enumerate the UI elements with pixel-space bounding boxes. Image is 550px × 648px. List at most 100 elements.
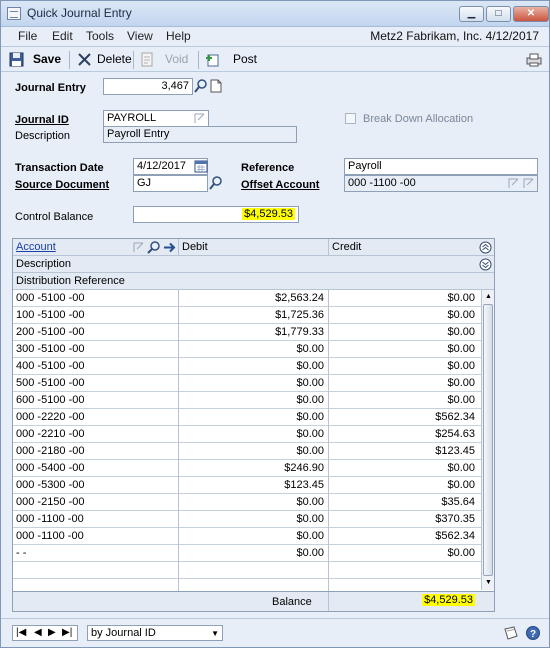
expand-up-icon[interactable] (479, 241, 492, 254)
credit-cell[interactable]: $254.63 (329, 426, 478, 442)
source-document-label[interactable]: Source Document (15, 179, 109, 191)
account-cell[interactable]: 300 -5100 -00 (16, 341, 85, 357)
previous-record-icon[interactable]: ◀ (34, 627, 42, 638)
debit-cell[interactable]: $0.00 (179, 426, 327, 442)
table-row[interactable]: 000 -5400 -00 $246.90 $0.00 (13, 460, 481, 477)
menu-edit[interactable]: Edit (52, 29, 73, 43)
account-cell[interactable]: 000 -5400 -00 (16, 460, 85, 476)
debit-cell[interactable]: $1,725.36 (179, 307, 327, 323)
last-record-icon[interactable]: ▶| (62, 627, 72, 638)
lookup-icon[interactable] (194, 79, 208, 93)
credit-cell[interactable]: $562.34 (329, 528, 478, 544)
account-cell[interactable]: 600 -5100 -00 (16, 392, 85, 408)
credit-cell[interactable]: $0.00 (329, 460, 478, 476)
debit-cell[interactable] (179, 562, 327, 578)
table-row[interactable]: 100 -5100 -00 $1,725.36 $0.00 (13, 307, 481, 324)
debit-cell[interactable]: $123.45 (179, 477, 327, 493)
debit-cell[interactable]: $246.90 (179, 460, 327, 476)
credit-cell[interactable]: $0.00 (329, 477, 478, 493)
account-cell[interactable]: 000 -2150 -00 (16, 494, 85, 510)
credit-cell[interactable]: $0.00 (329, 341, 478, 357)
account-cell[interactable]: 000 -2210 -00 (16, 426, 85, 442)
new-document-icon[interactable] (209, 79, 223, 93)
scroll-up-icon[interactable]: ▲ (485, 293, 492, 300)
expansion-icon[interactable] (132, 241, 146, 254)
credit-cell[interactable] (329, 562, 478, 578)
debit-cell[interactable]: $0.00 (179, 341, 327, 357)
account-cell[interactable]: 000 -1100 -00 (16, 528, 84, 544)
credit-cell[interactable]: $0.00 (329, 358, 478, 374)
lookup-icon[interactable] (209, 176, 223, 190)
menu-tools[interactable]: Tools (86, 29, 114, 43)
account-cell[interactable]: 100 -5100 -00 (16, 307, 85, 323)
scroll-down-icon[interactable]: ▼ (485, 579, 492, 586)
table-row[interactable]: 500 -5100 -00 $0.00 $0.00 (13, 375, 481, 392)
lookup-icon[interactable] (147, 241, 161, 254)
expansion-icon[interactable] (522, 176, 536, 190)
credit-cell[interactable]: $35.64 (329, 494, 478, 510)
calendar-icon[interactable] (194, 159, 208, 173)
debit-cell[interactable]: $0.00 (179, 358, 327, 374)
table-row[interactable]: 600 -5100 -00 $0.00 $0.00 (13, 392, 481, 409)
table-row[interactable]: 300 -5100 -00 $0.00 $0.00 (13, 341, 481, 358)
debit-cell[interactable]: $0.00 (179, 511, 327, 527)
credit-cell[interactable]: $562.34 (329, 409, 478, 425)
table-row[interactable]: 000 -2210 -00 $0.00 $254.63 (13, 426, 481, 443)
next-record-icon[interactable]: ▶ (48, 627, 56, 638)
table-row[interactable] (13, 562, 481, 579)
reference-field[interactable]: Payroll (344, 158, 538, 175)
account-column-header[interactable]: Account (13, 239, 59, 256)
menu-file[interactable]: File (18, 29, 37, 43)
table-row[interactable]: 000 -2150 -00 $0.00 $35.64 (13, 494, 481, 511)
table-row[interactable]: 000 -5100 -00 $2,563.24 $0.00 (13, 290, 481, 307)
account-cell[interactable]: 400 -5100 -00 (16, 358, 85, 374)
table-row[interactable]: 000 -1100 -00 $0.00 $562.34 (13, 528, 481, 545)
account-cell[interactable]: 000 -1100 -00 (16, 511, 84, 527)
close-button[interactable]: ✕ (513, 6, 549, 22)
menu-view[interactable]: View (127, 29, 153, 43)
credit-cell[interactable]: $0.00 (329, 545, 478, 561)
help-icon[interactable]: ? (525, 625, 541, 641)
offset-account-label[interactable]: Offset Account (241, 179, 319, 191)
table-row[interactable]: 400 -5100 -00 $0.00 $0.00 (13, 358, 481, 375)
credit-cell[interactable]: $0.00 (329, 324, 478, 340)
first-record-icon[interactable]: |◀ (16, 627, 26, 638)
table-row[interactable]: 000 -2180 -00 $0.00 $123.45 (13, 443, 481, 460)
debit-cell[interactable]: $1,779.33 (179, 324, 327, 340)
maximize-button[interactable]: □ (486, 6, 511, 22)
sort-order-dropdown[interactable]: by Journal ID ▼ (87, 625, 223, 641)
journal-entry-field[interactable]: 3,467 (103, 78, 193, 95)
debit-cell[interactable]: $0.00 (179, 528, 327, 544)
credit-cell[interactable]: $0.00 (329, 375, 478, 391)
credit-cell[interactable]: $0.00 (329, 307, 478, 323)
debit-cell[interactable]: $0.00 (179, 443, 327, 459)
debit-cell[interactable]: $0.00 (179, 545, 327, 561)
credit-cell[interactable]: $123.45 (329, 443, 478, 459)
journal-id-label[interactable]: Journal ID (15, 114, 69, 126)
account-cell[interactable]: 000 -5100 -00 (16, 290, 85, 306)
account-cell[interactable]: 500 -5100 -00 (16, 375, 85, 391)
account-cell[interactable]: 000 -5300 -00 (16, 477, 85, 493)
debit-cell[interactable]: $2,563.24 (179, 290, 327, 306)
source-document-field[interactable]: GJ (133, 175, 208, 192)
credit-cell[interactable]: $0.00 (329, 290, 478, 306)
table-row[interactable]: 000 -1100 -00 $0.00 $370.35 (13, 511, 481, 528)
scrollbar-thumb[interactable] (483, 304, 493, 576)
note-icon[interactable] (503, 625, 519, 641)
account-cell[interactable]: - - (16, 545, 26, 561)
expansion-icon[interactable] (193, 111, 207, 125)
table-row[interactable]: - - $0.00 $0.00 (13, 545, 481, 562)
table-row[interactable]: 000 -2220 -00 $0.00 $562.34 (13, 409, 481, 426)
debit-cell[interactable]: $0.00 (179, 392, 327, 408)
table-row[interactable]: 200 -5100 -00 $1,779.33 $0.00 (13, 324, 481, 341)
account-cell[interactable]: 200 -5100 -00 (16, 324, 85, 340)
menu-help[interactable]: Help (166, 29, 191, 43)
table-row[interactable]: 000 -5300 -00 $123.45 $0.00 (13, 477, 481, 494)
printer-icon[interactable] (525, 52, 543, 67)
credit-cell[interactable]: $0.00 (329, 392, 478, 408)
debit-cell[interactable]: $0.00 (179, 494, 327, 510)
account-cell[interactable]: 000 -2180 -00 (16, 443, 85, 459)
debit-cell[interactable]: $0.00 (179, 409, 327, 425)
credit-cell[interactable]: $370.35 (329, 511, 478, 527)
grid-scrollbar[interactable]: ▲ ▼ (481, 290, 494, 590)
